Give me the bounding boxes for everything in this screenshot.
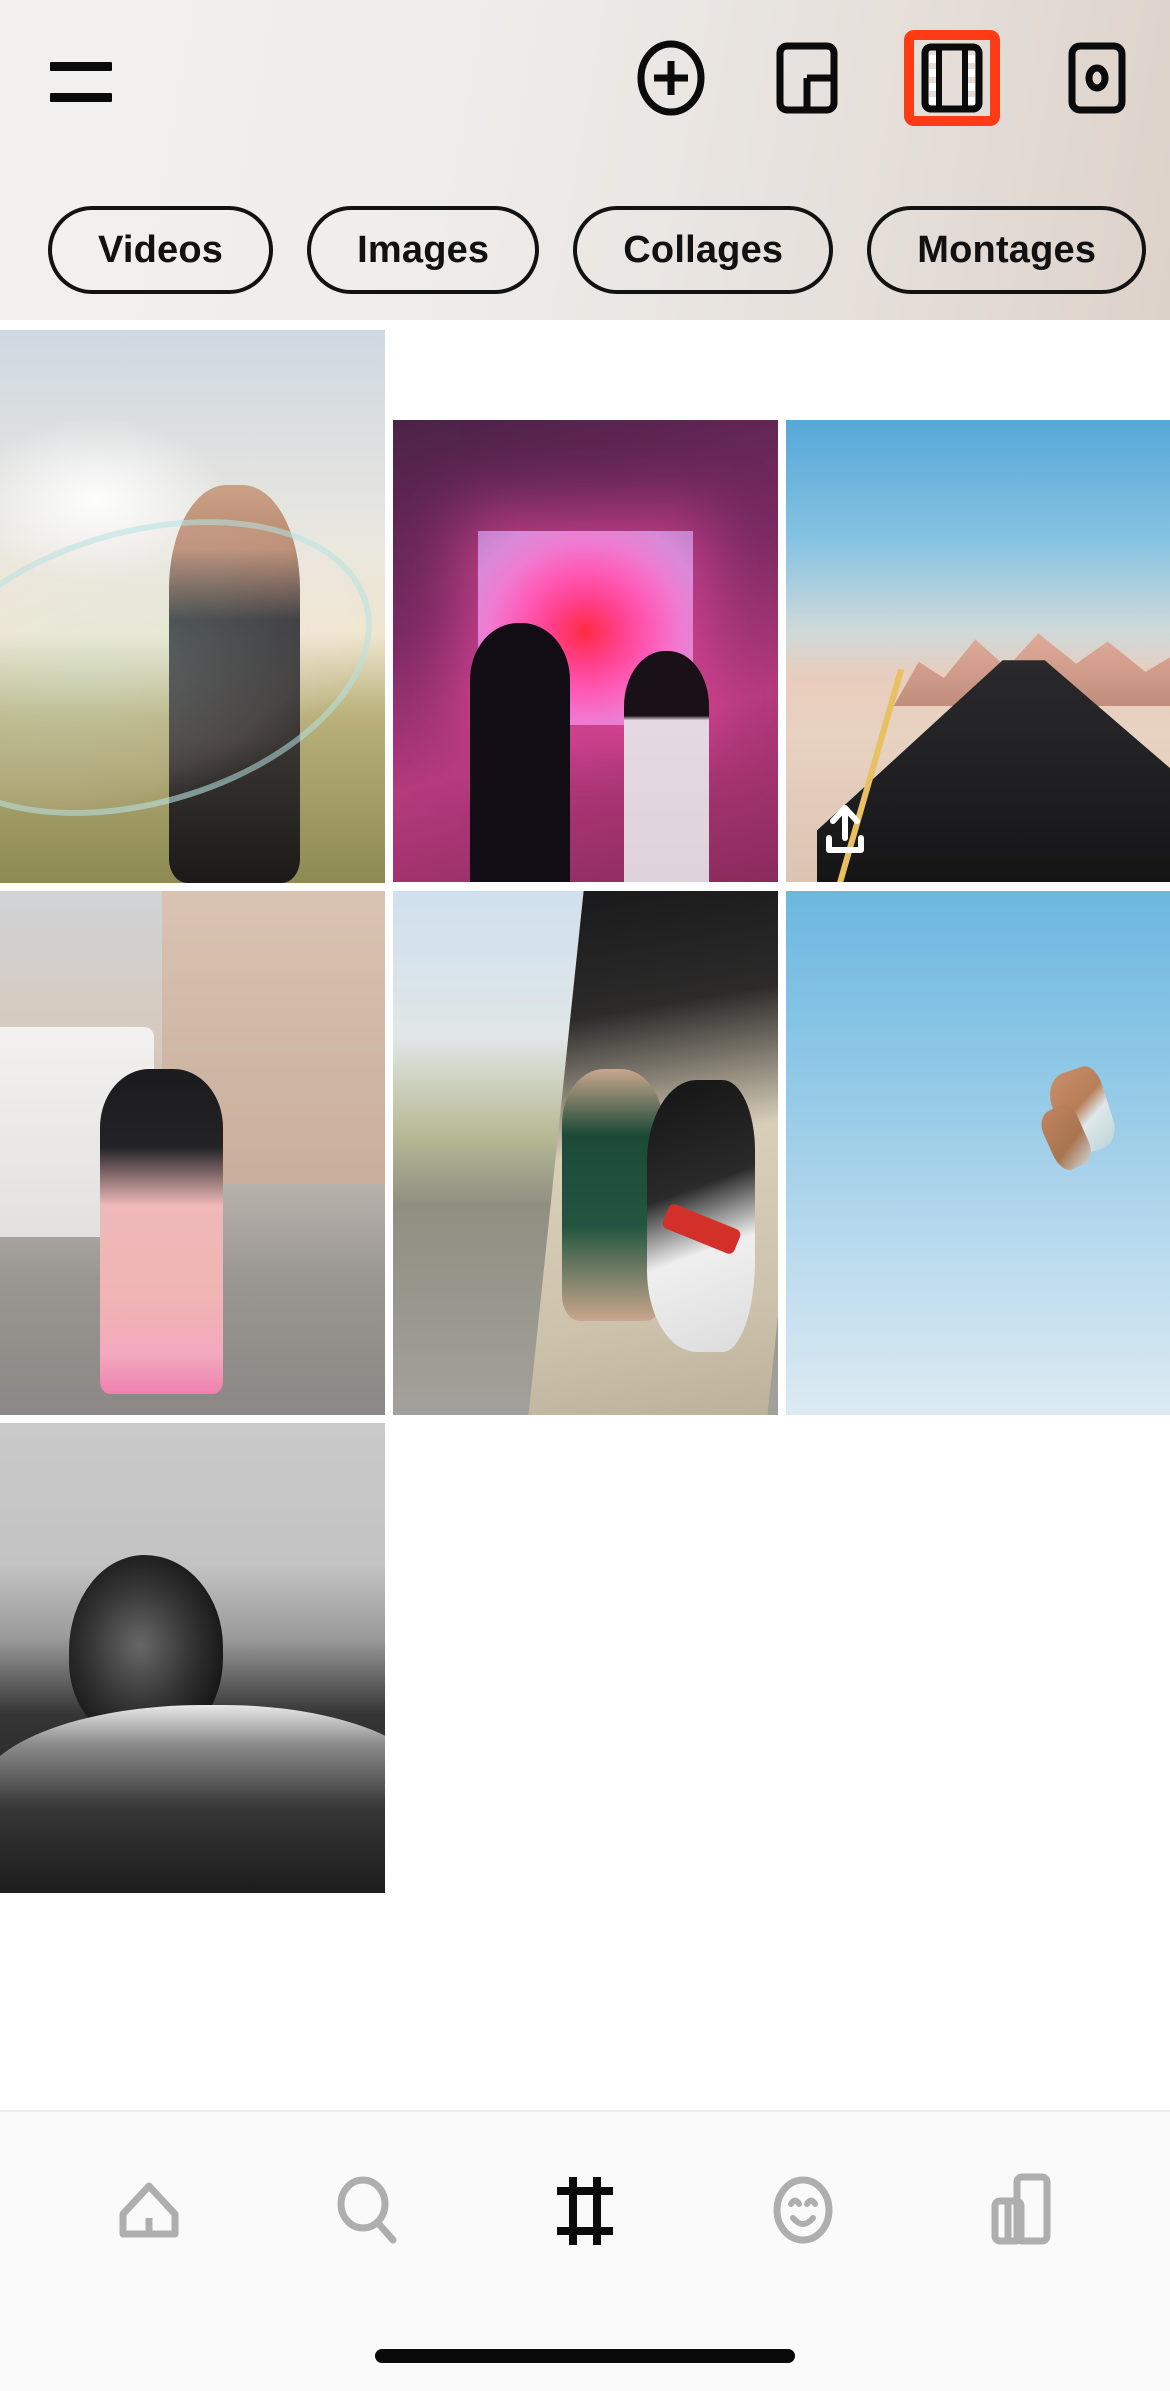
home-icon (111, 2172, 187, 2248)
crop-frame-icon (547, 2169, 623, 2251)
chip-montages[interactable]: Montages (867, 206, 1146, 294)
media-thumbnail (0, 891, 385, 1415)
hamburger-menu-icon[interactable] (50, 62, 122, 106)
filter-chips-row[interactable]: Videos Images Collages Montages (0, 190, 1170, 310)
media-thumbnail (393, 891, 778, 1415)
media-tile[interactable] (0, 330, 385, 883)
story-button[interactable] (1058, 38, 1136, 118)
bottom-navigation (0, 2110, 1170, 2391)
media-tile[interactable] (393, 420, 778, 882)
media-tile[interactable] (393, 891, 778, 1415)
header: Videos Images Collages Montages (0, 0, 1170, 320)
collage-layout-icon (776, 42, 838, 114)
bottom-nav-row (0, 2112, 1170, 2308)
nav-templates[interactable] (961, 2150, 1081, 2270)
figure (100, 1069, 223, 1394)
media-grid (0, 330, 1170, 2110)
home-indicator-bar (375, 2349, 795, 2363)
figure (0, 1705, 385, 1893)
chip-videos[interactable]: Videos (48, 206, 273, 294)
app-screen: Videos Images Collages Montages (0, 0, 1170, 2391)
nav-home[interactable] (89, 2150, 209, 2270)
media-tile[interactable] (786, 891, 1170, 1415)
toolbar-actions (632, 30, 1136, 126)
chip-collages[interactable]: Collages (573, 206, 833, 294)
media-thumbnail (786, 891, 1170, 1415)
hamburger-line-2 (50, 93, 112, 102)
media-thumbnail (393, 420, 778, 882)
plus-circle-icon (635, 39, 707, 117)
media-tile[interactable] (0, 891, 385, 1415)
figure (169, 485, 300, 883)
film-strip-icon (921, 43, 983, 113)
bar-chart-icon (983, 2169, 1059, 2251)
nav-create[interactable] (525, 2150, 645, 2270)
nav-stickers[interactable] (743, 2150, 863, 2270)
story-camera-icon (1068, 42, 1126, 114)
media-thumbnail (0, 330, 385, 883)
chip-images[interactable]: Images (307, 206, 539, 294)
figure (624, 651, 709, 882)
nav-search[interactable] (307, 2150, 427, 2270)
figure (470, 623, 570, 882)
search-icon (329, 2172, 405, 2248)
media-tile[interactable] (0, 1423, 385, 1893)
collage-button[interactable] (768, 38, 846, 118)
hamburger-line-1 (50, 62, 112, 71)
montage-button[interactable] (904, 30, 1000, 126)
media-tile[interactable] (786, 420, 1170, 882)
top-toolbar (0, 0, 1170, 170)
add-button[interactable] (632, 38, 710, 118)
media-thumbnail (786, 420, 1170, 882)
smiley-face-icon (765, 2170, 841, 2250)
media-thumbnail (0, 1423, 385, 1893)
